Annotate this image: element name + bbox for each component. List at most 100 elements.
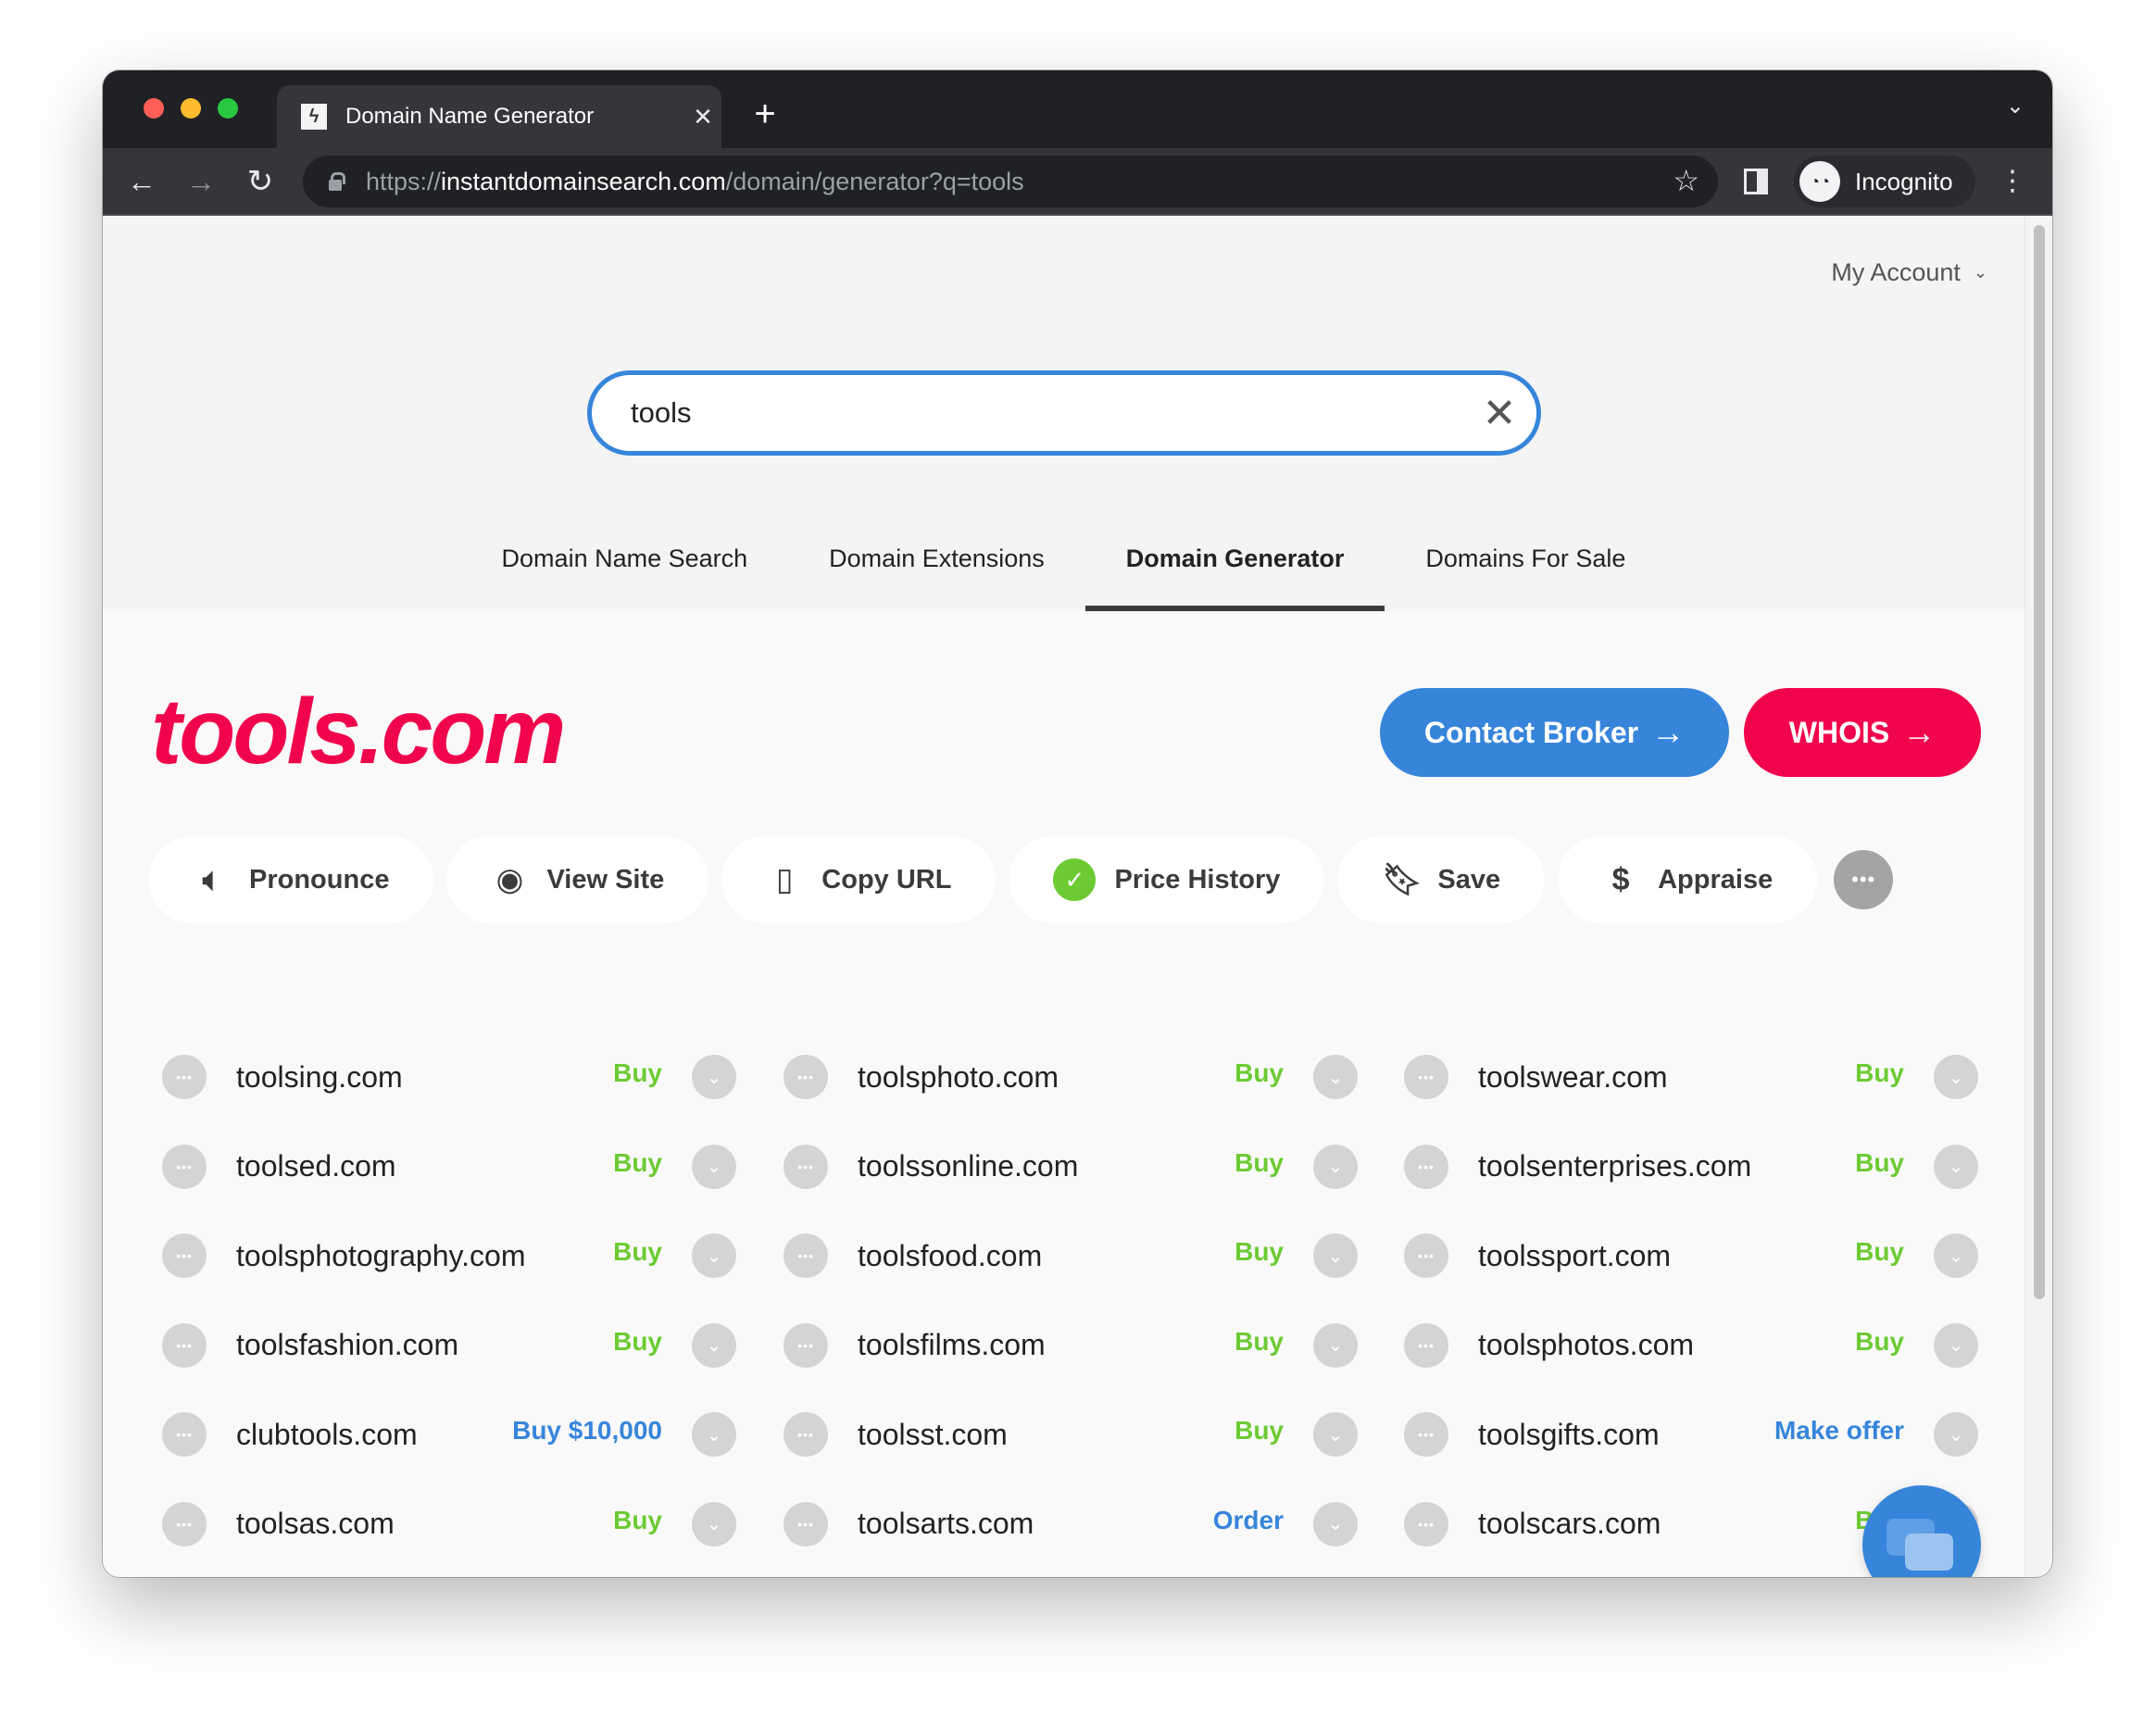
chevron-down-icon[interactable]: ⌄ bbox=[1313, 1501, 1358, 1546]
close-window-button[interactable] bbox=[144, 98, 164, 119]
save-button[interactable]: 🔖︎ Save bbox=[1337, 836, 1546, 923]
tab-domains-for-sale[interactable]: Domains For Sale bbox=[1385, 531, 1666, 611]
search-input[interactable] bbox=[631, 396, 1462, 430]
chevron-down-icon[interactable]: ⌄ bbox=[1313, 1322, 1358, 1368]
domain-name[interactable]: toolsenterprises.com bbox=[1478, 1149, 1855, 1183]
domain-status-link[interactable]: Buy bbox=[1855, 1148, 1904, 1178]
domain-status-link[interactable]: Buy bbox=[1235, 1237, 1284, 1267]
domain-name[interactable]: toolscars.com bbox=[1478, 1507, 1855, 1541]
back-button[interactable]: ← bbox=[121, 161, 162, 202]
domain-status-link[interactable]: Make offer bbox=[1774, 1416, 1904, 1446]
more-options-icon[interactable]: ••• bbox=[783, 1501, 828, 1546]
domain-name[interactable]: toolsing.com bbox=[236, 1060, 613, 1095]
my-account-menu[interactable]: My Account ⌄ bbox=[1831, 258, 1987, 287]
chevron-down-icon[interactable]: ⌄ bbox=[692, 1501, 736, 1546]
domain-status-link[interactable]: Order bbox=[1213, 1506, 1284, 1535]
browser-tab[interactable]: ϟ Domain Name Generator ✕ bbox=[277, 85, 721, 148]
more-options-icon[interactable]: ••• bbox=[1404, 1501, 1448, 1546]
close-tab-icon[interactable]: ✕ bbox=[684, 103, 721, 131]
pronounce-button[interactable]: 🔈︎ Pronounce bbox=[149, 836, 434, 923]
search-box[interactable]: ✕ bbox=[587, 370, 1541, 456]
scrollbar-thumb[interactable] bbox=[2034, 225, 2045, 1299]
more-options-icon[interactable]: ••• bbox=[1404, 1144, 1448, 1189]
domain-name[interactable]: toolswear.com bbox=[1478, 1060, 1855, 1095]
domain-name[interactable]: toolsphotos.com bbox=[1478, 1328, 1855, 1362]
domain-name[interactable]: toolsgifts.com bbox=[1478, 1418, 1774, 1452]
more-options-icon[interactable]: ••• bbox=[783, 1322, 828, 1368]
domain-status-link[interactable]: Buy bbox=[1235, 1327, 1284, 1357]
chevron-down-icon[interactable]: ⌄ bbox=[692, 1233, 736, 1279]
tab-domain-extensions[interactable]: Domain Extensions bbox=[788, 531, 1085, 611]
domain-status-link[interactable]: Buy bbox=[613, 1237, 662, 1267]
domain-name[interactable]: toolsarts.com bbox=[858, 1507, 1213, 1541]
domain-name[interactable]: toolsfood.com bbox=[858, 1239, 1235, 1273]
more-options-icon[interactable]: ••• bbox=[1404, 1322, 1448, 1368]
chevron-down-icon[interactable]: ⌄ bbox=[1313, 1144, 1358, 1189]
domain-status-link[interactable]: Buy $10,000 bbox=[512, 1416, 662, 1446]
chevron-down-icon[interactable]: ⌄ bbox=[1934, 1322, 1978, 1368]
domain-status-link[interactable]: Buy bbox=[613, 1058, 662, 1088]
page-scrollbar[interactable] bbox=[2024, 216, 2052, 1577]
more-options-icon[interactable]: ••• bbox=[783, 1144, 828, 1189]
domain-status-link[interactable]: Buy bbox=[1855, 1327, 1904, 1357]
domain-name[interactable]: toolsas.com bbox=[236, 1507, 613, 1541]
chevron-down-icon[interactable]: ⌄ bbox=[1313, 1233, 1358, 1279]
domain-status-link[interactable]: Buy bbox=[1235, 1148, 1284, 1178]
more-options-icon[interactable]: ••• bbox=[1404, 1412, 1448, 1458]
reload-button[interactable]: ↻ bbox=[240, 161, 281, 202]
domain-name[interactable]: toolsed.com bbox=[236, 1149, 613, 1183]
bookmark-star-icon[interactable]: ☆ bbox=[1673, 163, 1699, 198]
chevron-down-icon[interactable]: ⌄ bbox=[692, 1144, 736, 1189]
more-actions-button[interactable]: ••• bbox=[1834, 850, 1894, 909]
chevron-down-icon[interactable]: ⌄ bbox=[692, 1412, 736, 1458]
tab-domain-name-search[interactable]: Domain Name Search bbox=[461, 531, 789, 611]
contact-broker-button[interactable]: Contact Broker → bbox=[1380, 688, 1729, 777]
domain-name[interactable]: clubtools.com bbox=[236, 1418, 512, 1452]
more-options-icon[interactable]: ••• bbox=[162, 1144, 207, 1189]
domain-status-link[interactable]: Buy bbox=[1855, 1058, 1904, 1088]
minimize-window-button[interactable] bbox=[181, 98, 201, 119]
more-options-icon[interactable]: ••• bbox=[162, 1233, 207, 1279]
tab-search-chevron-icon[interactable]: ⌄ bbox=[2006, 93, 2024, 119]
more-options-icon[interactable]: ••• bbox=[783, 1055, 828, 1100]
domain-name[interactable]: toolsphotography.com bbox=[236, 1239, 613, 1273]
more-options-icon[interactable]: ••• bbox=[162, 1501, 207, 1546]
chevron-down-icon[interactable]: ⌄ bbox=[692, 1322, 736, 1368]
chevron-down-icon[interactable]: ⌄ bbox=[692, 1055, 736, 1100]
domain-name[interactable]: toolsfashion.com bbox=[236, 1328, 613, 1362]
domain-status-link[interactable]: Buy bbox=[1855, 1237, 1904, 1267]
domain-name[interactable]: toolsfilms.com bbox=[858, 1328, 1235, 1362]
more-options-icon[interactable]: ••• bbox=[1404, 1233, 1448, 1279]
domain-status-link[interactable]: Buy bbox=[1235, 1058, 1284, 1088]
chevron-down-icon[interactable]: ⌄ bbox=[1313, 1055, 1358, 1100]
price-history-button[interactable]: ✓ Price History bbox=[1009, 836, 1325, 923]
domain-name[interactable]: toolsphoto.com bbox=[858, 1060, 1235, 1095]
domain-status-link[interactable]: Buy bbox=[613, 1506, 662, 1535]
browser-menu-icon[interactable]: ⋮ bbox=[1999, 163, 2026, 200]
chevron-down-icon[interactable]: ⌄ bbox=[1934, 1233, 1978, 1279]
copy-url-button[interactable]: ▯ Copy URL bbox=[721, 836, 997, 923]
more-options-icon[interactable]: ••• bbox=[783, 1233, 828, 1279]
domain-status-link[interactable]: Buy bbox=[613, 1148, 662, 1178]
forward-button[interactable]: → bbox=[181, 161, 221, 202]
more-options-icon[interactable]: ••• bbox=[1404, 1055, 1448, 1100]
maximize-window-button[interactable] bbox=[218, 98, 238, 119]
address-bar[interactable]: https://instantdomainsearch.com/domain/g… bbox=[303, 156, 1718, 207]
tab-domain-generator[interactable]: Domain Generator bbox=[1084, 531, 1385, 611]
more-options-icon[interactable]: ••• bbox=[162, 1322, 207, 1368]
more-options-icon[interactable]: ••• bbox=[162, 1412, 207, 1458]
incognito-profile-button[interactable]: ◔◔ Incognito bbox=[1794, 156, 1975, 207]
domain-status-link[interactable]: Buy bbox=[613, 1327, 662, 1357]
chevron-down-icon[interactable]: ⌄ bbox=[1934, 1412, 1978, 1458]
chevron-down-icon[interactable]: ⌄ bbox=[1934, 1144, 1978, 1189]
appraise-button[interactable]: $ Appraise bbox=[1558, 836, 1818, 923]
domain-status-link[interactable]: Buy bbox=[1235, 1416, 1284, 1446]
domain-name[interactable]: toolsst.com bbox=[858, 1418, 1235, 1452]
chevron-down-icon[interactable]: ⌄ bbox=[1313, 1412, 1358, 1458]
view-site-button[interactable]: ◉ View Site bbox=[446, 836, 709, 923]
more-options-icon[interactable]: ••• bbox=[783, 1412, 828, 1458]
domain-name[interactable]: toolssonline.com bbox=[858, 1149, 1235, 1183]
whois-button[interactable]: WHOIS → bbox=[1744, 688, 1981, 777]
new-tab-button[interactable]: + bbox=[742, 91, 788, 137]
chevron-down-icon[interactable]: ⌄ bbox=[1934, 1055, 1978, 1100]
